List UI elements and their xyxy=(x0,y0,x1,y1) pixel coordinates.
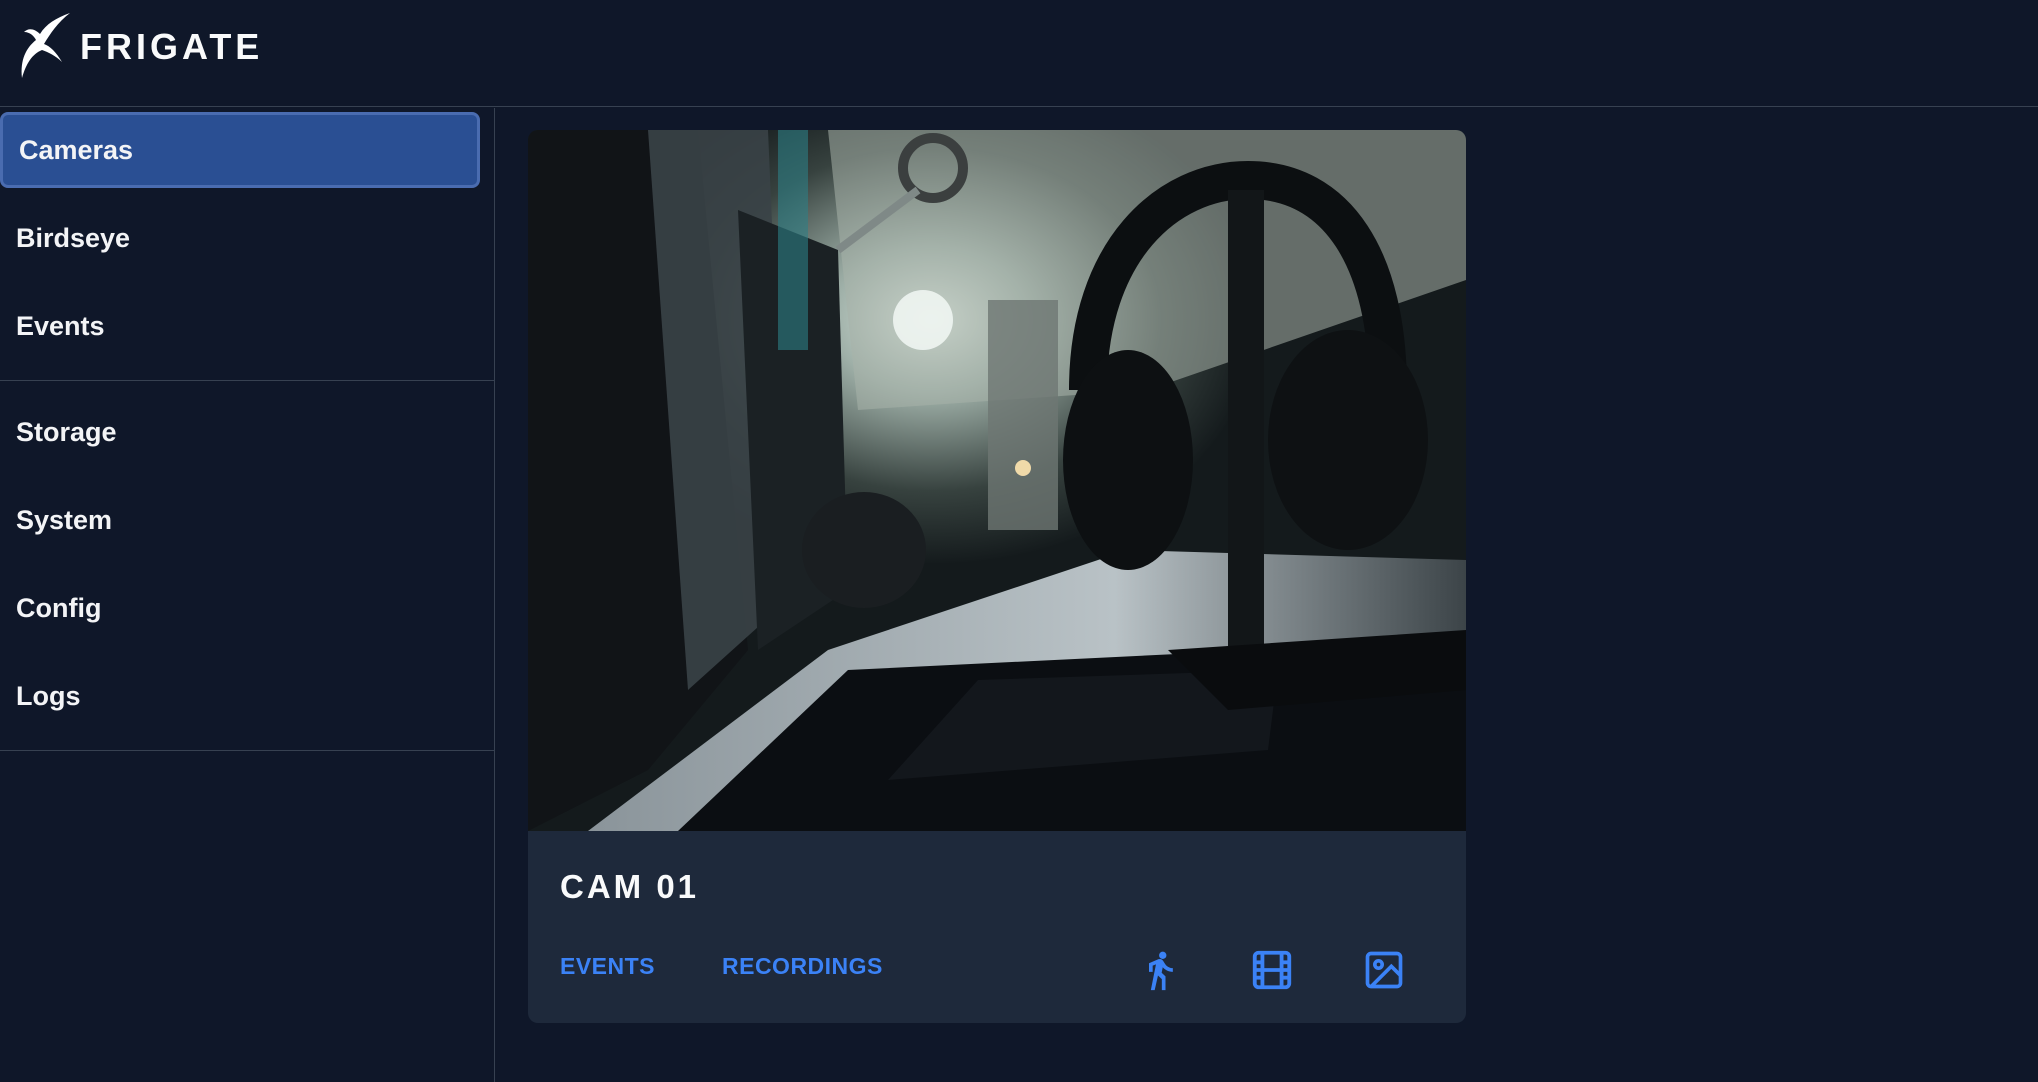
camera-feed-image[interactable] xyxy=(528,130,1466,831)
sidebar-divider xyxy=(0,750,495,751)
sidebar-item-system[interactable]: System xyxy=(0,482,480,558)
header: FRIGATE xyxy=(0,0,2038,107)
recordings-link[interactable]: RECORDINGS xyxy=(722,953,883,980)
recordings-toggle-button[interactable] xyxy=(1244,942,1300,998)
snapshots-toggle-button[interactable] xyxy=(1356,942,1412,998)
camera-card: CAM 01 EVENTS RECORDINGS xyxy=(528,130,1466,1023)
sidebar-item-cameras[interactable]: Cameras xyxy=(0,112,480,188)
frigate-bird-logo-icon[interactable] xyxy=(10,10,74,80)
sidebar-item-birdseye[interactable]: Birdseye xyxy=(0,200,480,276)
motion-toggle-button[interactable] xyxy=(1132,942,1188,998)
sidebar-divider xyxy=(0,380,495,381)
sidebar-item-config[interactable]: Config xyxy=(0,570,480,646)
sidebar-item-events[interactable]: Events xyxy=(0,288,480,364)
camera-name: CAM 01 xyxy=(560,868,700,905)
sidebar: Cameras Birdseye Events Storage System C… xyxy=(0,108,495,1082)
film-icon xyxy=(1252,950,1292,990)
app: FRIGATE Cameras Birdseye Events Storage … xyxy=(0,0,2038,1082)
image-icon xyxy=(1365,951,1403,989)
sidebar-item-storage[interactable]: Storage xyxy=(0,394,480,470)
sidebar-item-logs[interactable]: Logs xyxy=(0,658,480,734)
walking-person-icon xyxy=(1149,951,1173,991)
brand-title[interactable]: FRIGATE xyxy=(80,26,263,68)
events-link[interactable]: EVENTS xyxy=(560,953,655,980)
